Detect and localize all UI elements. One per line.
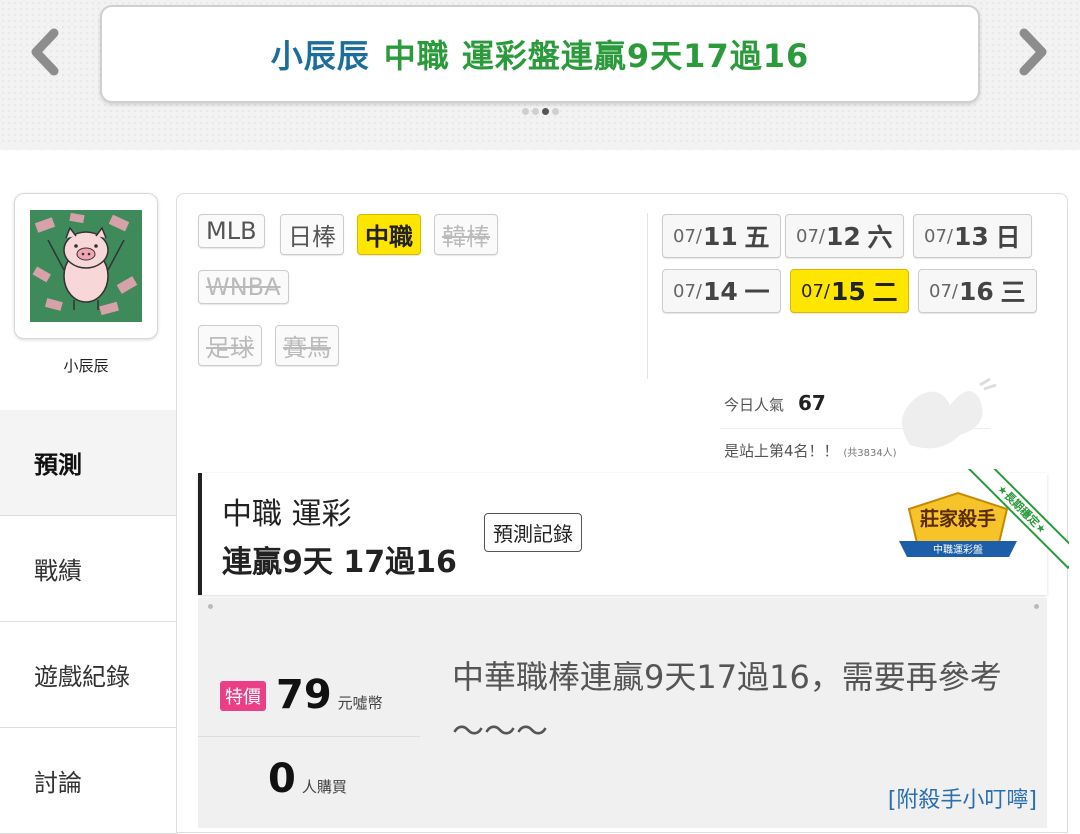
date-day: 16	[958, 276, 994, 306]
date-0716[interactable]: 07/16 三	[918, 269, 1037, 313]
special-price-tag: 特價	[220, 681, 266, 711]
date-day: 15	[830, 276, 866, 306]
date-0714[interactable]: 07/14 一	[662, 269, 781, 313]
sidebar-item-label: 討論	[34, 769, 82, 797]
banner-author: 小辰辰	[270, 37, 370, 75]
date-month: 07/	[929, 280, 958, 302]
date-0713[interactable]: 07/13 日	[913, 214, 1032, 258]
sidebar-item-discussion[interactable]: 討論	[0, 728, 178, 834]
category-wnba: WNBA	[198, 270, 289, 304]
date-weekday: 六	[867, 223, 893, 252]
headline-banner[interactable]: 小辰辰 中職 運彩盤連贏9天17過16	[100, 5, 980, 103]
date-0715[interactable]: 07/15 二	[790, 269, 909, 313]
slide-dot[interactable]	[532, 108, 539, 115]
date-weekday: 五	[744, 223, 770, 252]
ribbon: ★長期穩定★	[959, 469, 1069, 579]
avatar	[30, 210, 142, 322]
popularity: 今日人氣 67	[724, 391, 826, 415]
date-month: 07/	[673, 225, 702, 247]
date-day: 11	[702, 221, 738, 251]
pin-icon	[208, 604, 213, 609]
rank-total: (共3834人)	[843, 448, 897, 459]
date-weekday: 二	[872, 278, 898, 307]
price-row: 特價 79 元噓幣	[220, 672, 383, 718]
offer-description: 中華職棒連贏9天17過16，需要再參考～～～	[452, 658, 1002, 750]
sidebar: 預測 戰績 遊戲紀錄 討論	[0, 410, 178, 834]
offer-detail: 特價 79 元噓幣 0 人購買 中華職棒連贏9天17過16，需要再參考～～～ […	[198, 598, 1047, 828]
prev-slide-button[interactable]	[22, 24, 68, 80]
sidebar-item-game-history[interactable]: 遊戲紀錄	[0, 622, 178, 728]
buyers: 0 人購買	[268, 756, 347, 802]
divider	[720, 428, 990, 429]
date-month: 07/	[924, 225, 953, 247]
category-soccer: 足球	[198, 325, 262, 366]
date-month: 07/	[801, 280, 830, 302]
next-slide-button[interactable]	[1010, 24, 1056, 80]
category-kbo: 韓棒	[434, 214, 498, 255]
ribbon-label: ★長期穩定★	[961, 469, 1069, 570]
divider	[198, 736, 420, 737]
prediction-title: 中職 運彩	[222, 497, 352, 532]
pin-icon	[1034, 604, 1039, 609]
price-unit: 元噓幣	[337, 694, 383, 712]
category-cpbl[interactable]: 中職	[357, 214, 421, 255]
popularity-value: 67	[798, 391, 826, 415]
date-weekday: 日	[995, 223, 1021, 252]
category-npb[interactable]: 日棒	[280, 214, 344, 255]
slide-dot-active[interactable]	[542, 108, 549, 115]
trophy-watermark-icon	[902, 377, 997, 449]
rank: 是站上第4名！！ (共3834人)	[724, 440, 897, 461]
divider	[647, 213, 648, 379]
username[interactable]: 小辰辰	[14, 355, 158, 376]
price-value: 79	[276, 672, 332, 718]
date-month: 07/	[796, 225, 825, 247]
avatar-card[interactable]	[14, 193, 158, 339]
popularity-label: 今日人氣	[724, 396, 785, 414]
date-0711[interactable]: 07/11 五	[662, 214, 781, 258]
slide-dot[interactable]	[522, 108, 529, 115]
sidebar-item-label: 遊戲紀錄	[34, 663, 130, 691]
sidebar-item-record[interactable]: 戰績	[0, 516, 178, 622]
date-weekday: 三	[1000, 278, 1026, 307]
date-weekday: 一	[744, 278, 770, 307]
chevron-left-icon	[31, 28, 59, 76]
banner-headline: 中職 運彩盤連贏9天17過16	[383, 37, 810, 75]
date-day: 12	[825, 221, 861, 251]
category-mlb[interactable]: MLB	[198, 214, 265, 248]
buyers-count: 0	[268, 756, 296, 802]
chevron-right-icon	[1019, 28, 1047, 76]
prediction-streak: 連贏9天 17過16	[222, 545, 457, 580]
date-day: 14	[702, 276, 738, 306]
killer-tip-link[interactable]: [附殺手小叮嚀]	[888, 782, 1037, 814]
prediction-card[interactable]: 中職 運彩 連贏9天 17過16 預測記錄 莊家殺手 中職運彩盤 ★長期穩定★	[198, 469, 1069, 595]
buyers-unit: 人購買	[301, 778, 347, 796]
slide-dot[interactable]	[552, 108, 559, 115]
date-0712[interactable]: 07/12 六	[785, 214, 904, 258]
sidebar-item-label: 預測	[34, 451, 82, 479]
rank-text: 是站上第4名！！	[724, 442, 839, 460]
sidebar-item-label: 戰績	[34, 557, 82, 585]
date-month: 07/	[673, 280, 702, 302]
category-horse-racing: 賽馬	[275, 325, 339, 366]
date-day: 13	[953, 221, 989, 251]
slide-indicator	[522, 108, 559, 115]
prediction-record-button[interactable]: 預測記錄	[484, 513, 582, 552]
sidebar-item-prediction[interactable]: 預測	[0, 410, 178, 516]
